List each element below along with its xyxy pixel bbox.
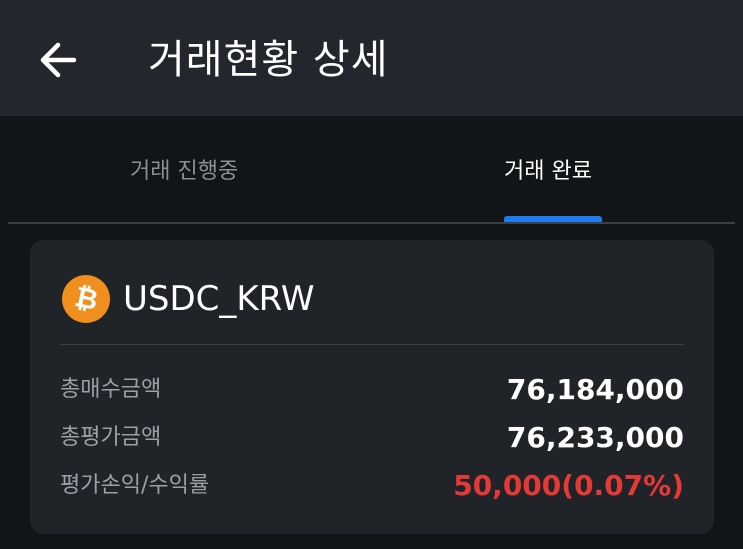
- coin-symbol: ₿: [71, 279, 101, 318]
- page-title: 거래현황 상세: [148, 37, 389, 83]
- total-buy-amount-row: 총매수금액 76,184,000: [60, 372, 684, 408]
- trade-detail-card: ₿ USDC_KRW 총매수금액 76,184,000 총평가금액 76,233…: [30, 240, 714, 534]
- profit-loss-label: 평가손익/수익률: [60, 473, 210, 498]
- bitcoin-icon: ₿: [62, 275, 110, 323]
- profit-loss-row: 평가손익/수익률 50,000(0.07%): [60, 468, 684, 504]
- active-tab-indicator: [504, 216, 602, 222]
- tab-completed[interactable]: 거래 완료: [504, 156, 592, 188]
- back-arrow-icon: [40, 42, 77, 78]
- tab-in-progress[interactable]: 거래 진행중: [130, 156, 238, 188]
- app-header: 거래현황 상세: [0, 0, 743, 116]
- total-valuation-value: 76,233,000: [506, 421, 684, 454]
- total-buy-amount-label: 총매수금액: [60, 377, 162, 402]
- back-button[interactable]: [30, 32, 86, 88]
- profit-loss-value: 50,000(0.07%): [453, 469, 684, 502]
- card-divider: [60, 344, 684, 345]
- total-valuation-row: 총평가금액 76,233,000: [60, 420, 684, 456]
- total-valuation-label: 총평가금액: [60, 425, 162, 450]
- trading-pair-label: USDC_KRW: [123, 279, 315, 319]
- total-buy-amount-value: 76,184,000: [506, 373, 684, 406]
- tab-bar: 거래 진행중 거래 완료: [8, 116, 735, 224]
